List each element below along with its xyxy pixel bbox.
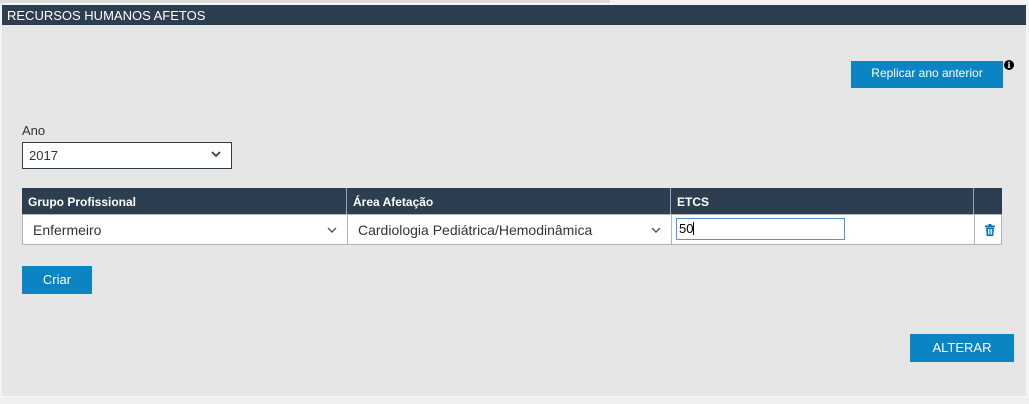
column-header-area-afetacao: Área Afetação bbox=[347, 188, 671, 214]
chevron-down-icon bbox=[651, 216, 661, 247]
column-header-etcs: ETCS bbox=[671, 188, 974, 214]
grupo-profissional-value: Enfermeiro bbox=[33, 222, 102, 238]
top-strip bbox=[0, 0, 610, 3]
area-afetacao-value: Cardiologia Pediátrica/Hemodinâmica bbox=[358, 222, 593, 238]
etcs-cell: 50 bbox=[672, 215, 975, 244]
bottom-strip bbox=[0, 398, 1029, 404]
trash-icon[interactable] bbox=[985, 223, 995, 236]
ano-selected-value: 2017 bbox=[29, 148, 58, 163]
column-header-grupo-profissional: Grupo Profissional bbox=[22, 188, 347, 214]
ano-select[interactable]: 2017 bbox=[22, 142, 232, 169]
panel-title: RECURSOS HUMANOS AFETOS bbox=[2, 5, 1026, 25]
etcs-value: 50 bbox=[679, 221, 694, 236]
alterar-button[interactable]: ALTERAR bbox=[910, 334, 1014, 362]
table-header: Grupo Profissional Área Afetação ETCS bbox=[22, 188, 1002, 214]
etcs-input[interactable]: 50 bbox=[676, 218, 845, 240]
grupo-profissional-select[interactable]: Enfermeiro bbox=[23, 215, 348, 244]
chevron-down-icon bbox=[211, 143, 221, 168]
replicar-ano-anterior-button[interactable]: Replicar ano anterior bbox=[851, 61, 1003, 88]
criar-button[interactable]: Criar bbox=[22, 266, 92, 294]
info-icon[interactable]: i bbox=[1004, 60, 1014, 70]
text-caret bbox=[693, 222, 695, 235]
area-afetacao-select[interactable]: Cardiologia Pediátrica/Hemodinâmica bbox=[348, 215, 672, 244]
column-header-actions bbox=[974, 188, 1002, 214]
recursos-panel: RECURSOS HUMANOS AFETOS Replicar ano ant… bbox=[2, 5, 1026, 396]
ano-label: Ano bbox=[22, 123, 46, 138]
table-row: Enfermeiro Cardiologia Pediátrica/Hemodi… bbox=[22, 214, 1002, 245]
chevron-down-icon bbox=[327, 216, 337, 247]
